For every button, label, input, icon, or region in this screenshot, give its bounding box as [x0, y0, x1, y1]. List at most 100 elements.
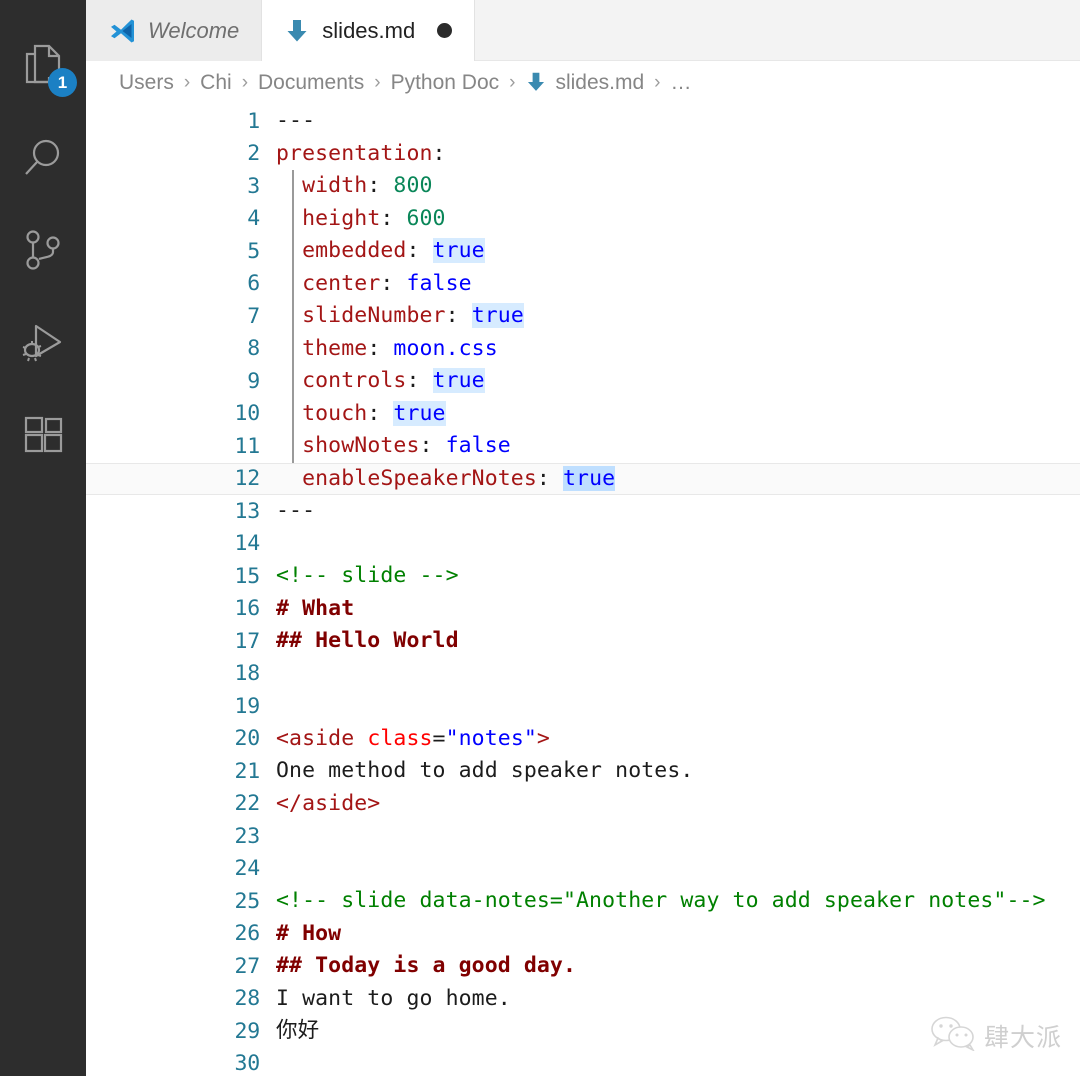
code-line[interactable]: 18	[86, 658, 1080, 691]
line-number: 24	[234, 856, 261, 882]
code-line[interactable]: 16 # What	[86, 593, 1080, 626]
code-line[interactable]: 25 <!-- slide data-notes="Another way to …	[86, 885, 1080, 918]
sidebar-item-extensions[interactable]	[0, 390, 86, 483]
code-line-content: One method to add speaker notes.	[276, 755, 1080, 788]
code-line[interactable]: 14	[86, 528, 1080, 561]
code-line[interactable]: 21 One method to add speaker notes.	[86, 755, 1080, 788]
code-token: :	[536, 465, 563, 491]
code-token: :	[380, 270, 407, 296]
code-token: :	[419, 433, 446, 458]
code-token: 600	[406, 205, 446, 231]
code-token: ## Today is a good day.	[276, 953, 577, 978]
code-token: </aside>	[276, 790, 381, 816]
breadcrumb-item-users[interactable]: Users	[117, 71, 176, 95]
run-debug-icon	[20, 322, 66, 366]
code-line[interactable]: 12 enableSpeakerNotes: true	[86, 462, 1080, 495]
code-line[interactable]: 9 controls: true	[86, 365, 1080, 398]
code-line[interactable]: 27 ## Today is a good day.	[86, 950, 1080, 983]
breadcrumb-item-slides-md[interactable]: slides.md	[523, 70, 646, 96]
code-token: :	[367, 400, 394, 426]
code-line[interactable]: 26 # How	[86, 918, 1080, 951]
code-token: center	[302, 270, 381, 296]
explorer-badge: 1	[48, 68, 77, 97]
breadcrumb-item-chi[interactable]: Chi	[198, 71, 234, 95]
code-line[interactable]: 5 embedded: true	[86, 235, 1080, 268]
line-number: 13	[234, 498, 261, 524]
code-line[interactable]: 19	[86, 690, 1080, 723]
code-token: <aside	[276, 725, 368, 751]
code-line[interactable]: 1 ---	[86, 105, 1080, 138]
code-line[interactable]: 15 <!-- slide -->	[86, 560, 1080, 593]
code-line[interactable]: 4 height: 600	[86, 203, 1080, 236]
line-number: 17	[234, 628, 261, 654]
code-line[interactable]: 29 你好	[86, 1015, 1080, 1048]
line-number: 15	[234, 563, 261, 589]
code-line-content: showNotes: false	[276, 430, 1080, 463]
code-token: controls	[302, 368, 407, 393]
code-line[interactable]: 10 touch: true	[86, 398, 1080, 431]
code-token: :	[445, 303, 472, 328]
breadcrumb-item-python-doc[interactable]: Python Doc	[389, 71, 502, 95]
code-token: showNotes	[302, 433, 420, 458]
code-token: :	[367, 173, 394, 198]
code-line[interactable]: 13 ---	[86, 495, 1080, 528]
code-line-content: <aside class="notes">	[276, 723, 1080, 756]
code-line[interactable]: 3 width: 800	[86, 170, 1080, 203]
code-line[interactable]: 11 showNotes: false	[86, 430, 1080, 463]
line-number: 3	[247, 173, 260, 199]
code-editor[interactable]: 1 --- 2 presentation: 3 width: 800 4 height: …	[86, 105, 1080, 1076]
code-token: false	[406, 270, 472, 296]
tab-label: slides.md	[322, 17, 416, 43]
breadcrumb-separator: ›	[654, 72, 661, 93]
code-token: :	[432, 140, 446, 166]
sidebar-item-source-control[interactable]	[0, 204, 86, 297]
tab-welcome[interactable]: Welcome	[86, 0, 263, 61]
code-line[interactable]: 8 theme: moon.css	[86, 333, 1080, 366]
code-line[interactable]: 17 ## Hello World	[86, 625, 1080, 658]
line-number: 19	[234, 693, 261, 719]
code-line[interactable]: 24	[86, 853, 1080, 886]
code-line[interactable]: 30	[86, 1048, 1080, 1076]
line-number: 8	[247, 336, 260, 362]
code-line[interactable]: 6 center: false	[86, 268, 1080, 301]
sidebar-item-explorer[interactable]: 1	[0, 18, 86, 111]
code-token: ---	[276, 498, 316, 523]
line-number: 16	[234, 596, 261, 622]
code-line-content: embedded: true	[276, 235, 1080, 268]
unsaved-indicator-icon	[437, 23, 453, 38]
tab-slides-md[interactable]: slides.md	[262, 0, 476, 61]
tab-bar-empty-space	[475, 0, 1080, 60]
breadcrumb-item-more[interactable]: …	[668, 71, 693, 95]
sidebar-item-search[interactable]	[0, 111, 86, 204]
code-line-content: presentation:	[276, 138, 1080, 171]
line-number: 25	[234, 888, 261, 914]
code-line[interactable]: 23	[86, 820, 1080, 853]
code-line[interactable]: 28 I want to go home.	[86, 983, 1080, 1016]
code-token: One method to add speaker notes.	[276, 758, 694, 783]
code-token: presentation	[276, 140, 433, 166]
code-line-content: # How	[276, 918, 1080, 951]
code-line[interactable]: 20 <aside class="notes">	[86, 723, 1080, 756]
code-token: true	[432, 238, 485, 263]
code-line[interactable]: 22 </aside>	[86, 788, 1080, 821]
code-token: true	[562, 465, 616, 491]
code-token: height	[302, 205, 381, 231]
code-token: :	[380, 205, 407, 231]
line-number: 28	[234, 986, 261, 1012]
breadcrumb-item-documents[interactable]: Documents	[256, 71, 366, 95]
code-token: slideNumber	[302, 303, 446, 328]
code-line-content: 你好	[276, 1015, 1080, 1048]
sidebar-item-run-and-debug[interactable]	[0, 297, 86, 390]
code-line[interactable]: 2 presentation:	[86, 138, 1080, 171]
line-number: 4	[247, 206, 260, 232]
line-number: 12	[234, 466, 261, 492]
code-token: # What	[276, 595, 355, 621]
code-token: moon.css	[393, 335, 498, 361]
code-token: embedded	[302, 238, 407, 263]
tab-label: Welcome	[148, 17, 240, 43]
code-line[interactable]: 7 slideNumber: true	[86, 300, 1080, 333]
